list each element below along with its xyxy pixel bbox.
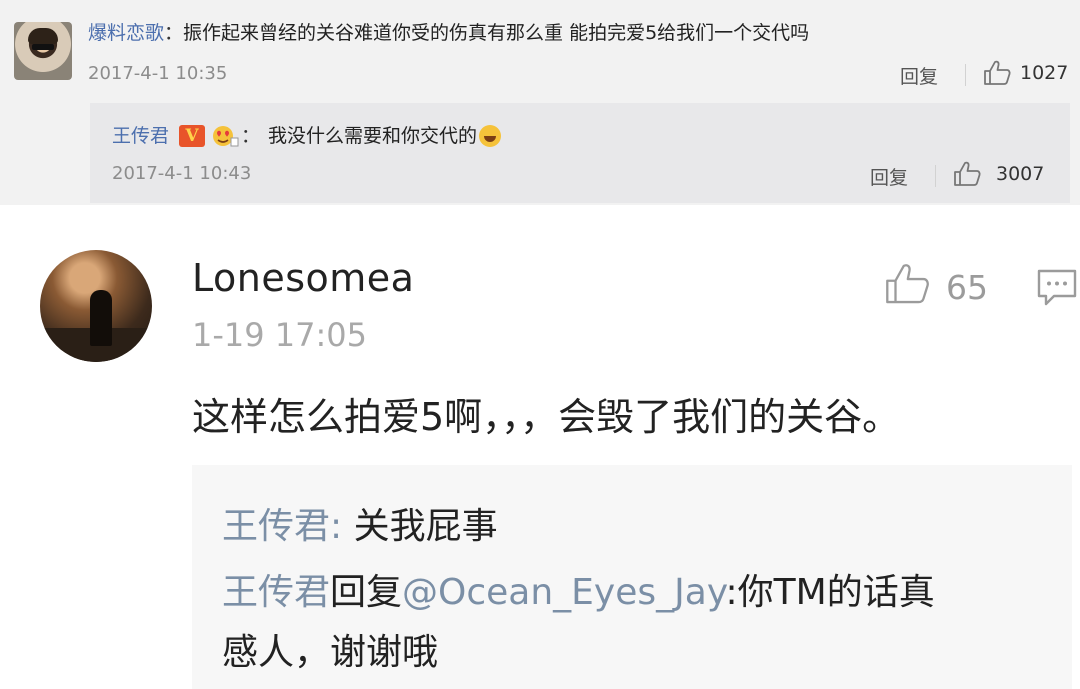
avatar-sunglasses	[32, 44, 54, 50]
top-comment-panel: 爆料恋歌：振作起来曾经的关谷难道你受的伤真有那么重 能拍完爱5给我们一个交代吗 …	[0, 0, 1080, 205]
reply-quote-box: 王传君: 关我屁事 王传君回复@Ocean_Eyes_Jay:你TM的话真 感人…	[192, 465, 1072, 689]
reply-username[interactable]: 王传君	[222, 572, 330, 613]
top-comment-reply-button[interactable]: 回复	[900, 62, 938, 89]
thumbs-up-icon[interactable]	[953, 161, 981, 191]
reply-item: 王传君: 关我屁事	[222, 497, 498, 549]
avatar[interactable]	[40, 250, 152, 362]
reply-text: 关我屁事	[353, 506, 498, 547]
top-comment-colon: ：	[164, 22, 184, 44]
avatar-hair	[28, 28, 58, 44]
divider	[965, 64, 966, 86]
bottom-comment-date: 1-19 17:05	[192, 316, 368, 354]
top-comment-body: 爆料恋歌：振作起来曾经的关谷难道你受的伤真有那么重 能拍完爱5给我们一个交代吗	[88, 21, 809, 45]
verified-badge-label: V	[185, 126, 199, 146]
verified-icon: V	[179, 125, 206, 147]
laughing-emoji-icon	[479, 125, 502, 147]
sub-reply-like-count: 3007	[996, 163, 1045, 185]
sub-reply-body: 王传君 V ： 我没什么需要和你交代的	[112, 123, 502, 149]
panel-gap	[0, 205, 1080, 220]
reply-text-continued: 感人，谢谢哦	[222, 623, 438, 675]
top-comment-text: 振作起来曾经的关谷难道你受的伤真有那么重 能拍完爱5给我们一个交代吗	[183, 22, 810, 44]
divider	[935, 165, 936, 187]
bottom-comment-username[interactable]: Lonesomea	[192, 256, 414, 300]
avatar-silhouette	[90, 290, 112, 346]
reply-item: 王传君回复@Ocean_Eyes_Jay:你TM的话真	[222, 563, 935, 615]
top-comment-date: 2017-4-1 10:35	[88, 63, 228, 84]
bottom-comment-like-count: 65	[946, 268, 988, 307]
sub-reply-text: 我没什么需要和你交代的	[268, 125, 478, 147]
sub-reply-username[interactable]: 王传君	[112, 123, 169, 149]
reply-username[interactable]: 王传君	[222, 506, 330, 547]
reply-word: 回复	[330, 572, 403, 613]
sub-reply-colon: ：	[241, 125, 261, 147]
reply-separator: :	[330, 506, 354, 547]
top-comment-username[interactable]: 爆料恋歌	[88, 22, 164, 44]
thumbs-up-icon[interactable]	[884, 262, 930, 310]
sub-reply-date: 2017-4-1 10:43	[112, 163, 252, 184]
reply-mention[interactable]: @Ocean_Eyes_Jay	[402, 572, 725, 613]
comment-icon[interactable]	[1036, 268, 1078, 312]
sub-reply-reply-button[interactable]: 回复	[870, 163, 908, 190]
thumbs-up-icon[interactable]	[983, 60, 1011, 90]
avatar[interactable]	[14, 22, 72, 80]
heart-eyes-badge-icon	[211, 124, 239, 148]
reply-text: 感人，谢谢哦	[222, 632, 439, 673]
reply-separator: :	[725, 572, 738, 613]
sub-reply: 王传君 V ： 我没什么需要和你交代的 2017-4-1 10:43 回复 30…	[90, 103, 1070, 203]
reply-text: 你TM的话真	[737, 572, 935, 613]
top-comment-like-count: 1027	[1020, 62, 1069, 84]
bottom-comment-text: 这样怎么拍爱5啊，，，会毁了我们的关谷。	[192, 395, 901, 439]
